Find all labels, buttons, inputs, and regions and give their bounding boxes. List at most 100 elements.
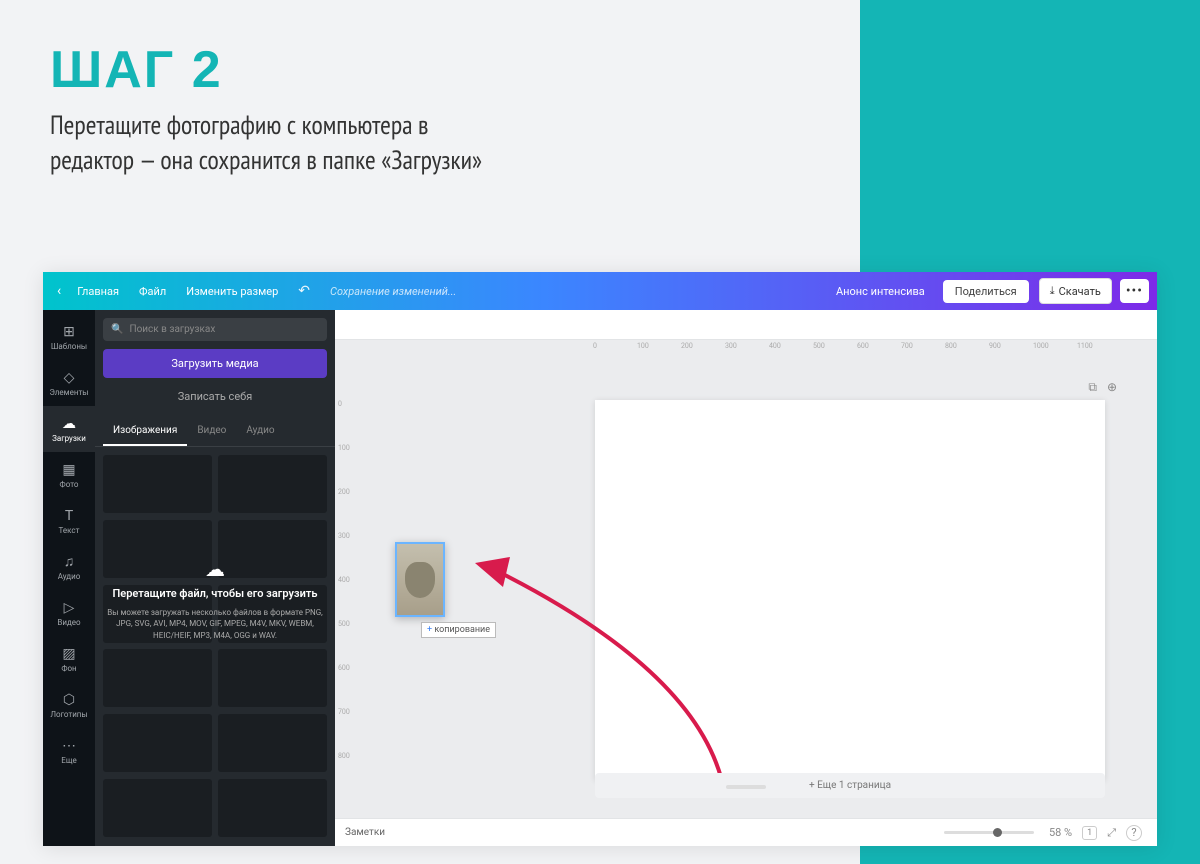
upload-slot	[218, 585, 327, 643]
rail-label: Видео	[57, 618, 80, 627]
add-page-icon[interactable]: ⊕	[1107, 380, 1117, 395]
slide-title: ШАГ 2	[50, 40, 482, 100]
rail-icon: ⋯	[62, 738, 76, 754]
ruler-tick: 400	[338, 576, 350, 584]
zoom-slider[interactable]	[944, 831, 1034, 834]
rail-label: Загрузки	[52, 434, 86, 443]
save-status: Сохранение изменений...	[320, 285, 466, 298]
upload-media-button[interactable]: Загрузить медиа	[103, 349, 327, 378]
rail-icon: ⊞	[63, 324, 75, 340]
share-button[interactable]: Поделиться	[943, 280, 1029, 303]
tab-аудио[interactable]: Аудио	[236, 417, 284, 446]
upload-slot	[218, 779, 327, 837]
ruler-tick: 0	[593, 342, 597, 350]
dragged-photo-thumbnail[interactable]	[395, 542, 445, 617]
ruler-tick: 100	[338, 444, 350, 452]
rail-icon: ☁	[62, 416, 76, 432]
fullscreen-button[interactable]: ⤢	[1107, 826, 1116, 840]
rail-item-фото[interactable]: ▦ Фото	[43, 452, 95, 498]
rail-item-еще[interactable]: ⋯ Еще	[43, 728, 95, 774]
ruler-tick: 200	[681, 342, 693, 350]
upload-slot	[103, 714, 212, 772]
ruler-tick: 500	[813, 342, 825, 350]
upload-slot	[218, 649, 327, 707]
ruler-tick: 800	[945, 342, 957, 350]
ruler-tick: 200	[338, 488, 350, 496]
upload-slot	[103, 455, 212, 513]
uploads-grid[interactable]: ☁ Перетащите файл, чтобы его загрузить В…	[95, 447, 335, 846]
search-icon: 🔍	[111, 324, 123, 335]
ruler-tick: 700	[901, 342, 913, 350]
rail-icon: ♫	[64, 553, 75, 570]
design-canvas[interactable]	[595, 400, 1105, 780]
rail-item-элементы[interactable]: ◇Элементы	[43, 360, 95, 406]
file-menu[interactable]: Файл	[129, 285, 176, 298]
tab-видео[interactable]: Видео	[187, 417, 236, 446]
back-button[interactable]: ‹	[51, 283, 67, 299]
rail-icon: ◇	[64, 370, 75, 386]
uploads-panel: 🔍 Поиск в загрузках Загрузить медиа Запи…	[95, 310, 335, 846]
help-button[interactable]: ?	[1126, 825, 1142, 841]
photo-content-placeholder	[405, 562, 435, 598]
rail-icon: ▦	[62, 462, 75, 478]
add-page-button[interactable]: + Еще 1 страница	[595, 773, 1105, 798]
rail-item-логотипы[interactable]: ⬡Логотипы	[43, 682, 95, 728]
download-button[interactable]: ⤓ Скачать	[1039, 278, 1112, 304]
slide-header: ШАГ 2 Перетащите фотографию с компьютера…	[50, 40, 482, 178]
rail-icon: T	[65, 508, 73, 524]
context-toolbar	[335, 310, 1157, 340]
rail-label: Текст	[59, 526, 80, 535]
drag-copy-tooltip: + копирование	[421, 622, 496, 638]
ruler-tick: 1100	[1077, 342, 1093, 350]
canvas-area: 0 100 200 300 400 500 600 700 800 900 1000 1100 0 10…	[335, 310, 1157, 846]
upload-slot	[218, 455, 327, 513]
ruler-tick: 300	[338, 532, 350, 540]
ruler-tick: 0	[338, 400, 342, 408]
rail-item-загрузки[interactable]: ☁ Загрузки	[43, 406, 95, 452]
slide-description: Перетащите фотографию с компьютера в ред…	[50, 108, 482, 178]
record-yourself-button[interactable]: Записать себя	[103, 384, 327, 409]
ruler-tick: 500	[338, 620, 350, 628]
announcement-link[interactable]: Анонс интенсива	[824, 285, 937, 298]
side-rail: ⊞ Шаблоны ◇Элементы ☁ Загрузки ▦ Фото T Текст ♫ Ау…	[43, 310, 95, 846]
vertical-ruler: 0100200300400500600700800	[335, 356, 351, 818]
rail-item-аудио[interactable]: ♫ Аудио	[43, 544, 95, 590]
duplicate-page-icon[interactable]: ⧉	[1088, 380, 1097, 395]
page-drag-handle[interactable]	[726, 785, 766, 789]
rail-label: Еще	[61, 756, 76, 765]
rail-label: Логотипы	[50, 710, 87, 719]
rail-label: Фото	[60, 480, 79, 489]
ruler-tick: 400	[769, 342, 781, 350]
rail-item-фон[interactable]: ▨ Фон	[43, 636, 95, 682]
ruler-tick: 300	[725, 342, 737, 350]
page-list-button[interactable]: 1	[1082, 826, 1097, 840]
ruler-tick: 1000	[1033, 342, 1049, 350]
upload-slot	[103, 649, 212, 707]
search-input[interactable]: 🔍 Поиск в загрузках	[103, 318, 327, 341]
rail-item-текст[interactable]: T Текст	[43, 498, 95, 544]
download-icon: ⤓	[1050, 284, 1055, 298]
resize-menu[interactable]: Изменить размер	[176, 285, 288, 298]
ruler-tick: 900	[989, 342, 1001, 350]
undo-button[interactable]: ↶	[288, 283, 320, 299]
rail-label: Аудио	[58, 572, 81, 581]
ruler-tick: 800	[338, 752, 350, 760]
more-button[interactable]: •••	[1120, 279, 1149, 303]
rail-label: Фон	[61, 664, 76, 673]
rail-item-видео[interactable]: ▷Видео	[43, 590, 95, 636]
rail-item-шаблоны[interactable]: ⊞ Шаблоны	[43, 314, 95, 360]
upload-slot	[103, 585, 212, 643]
rail-label: Шаблоны	[51, 342, 87, 351]
zoom-value[interactable]: 58 %	[1049, 826, 1072, 839]
canvas-page-actions: ⧉ ⊕	[1088, 380, 1117, 395]
rail-icon: ▨	[62, 646, 75, 662]
ruler-tick: 100	[637, 342, 649, 350]
canva-editor-screenshot: ‹ Главная Файл Изменить размер ↶ Сохране…	[43, 272, 1157, 846]
tab-изображения[interactable]: Изображения	[103, 417, 187, 446]
ruler-tick: 600	[857, 342, 869, 350]
notes-button[interactable]: Заметки	[345, 827, 385, 838]
ruler-tick: 700	[338, 708, 350, 716]
plus-icon: +	[427, 625, 432, 635]
home-menu[interactable]: Главная	[67, 285, 129, 298]
upload-slot	[218, 714, 327, 772]
